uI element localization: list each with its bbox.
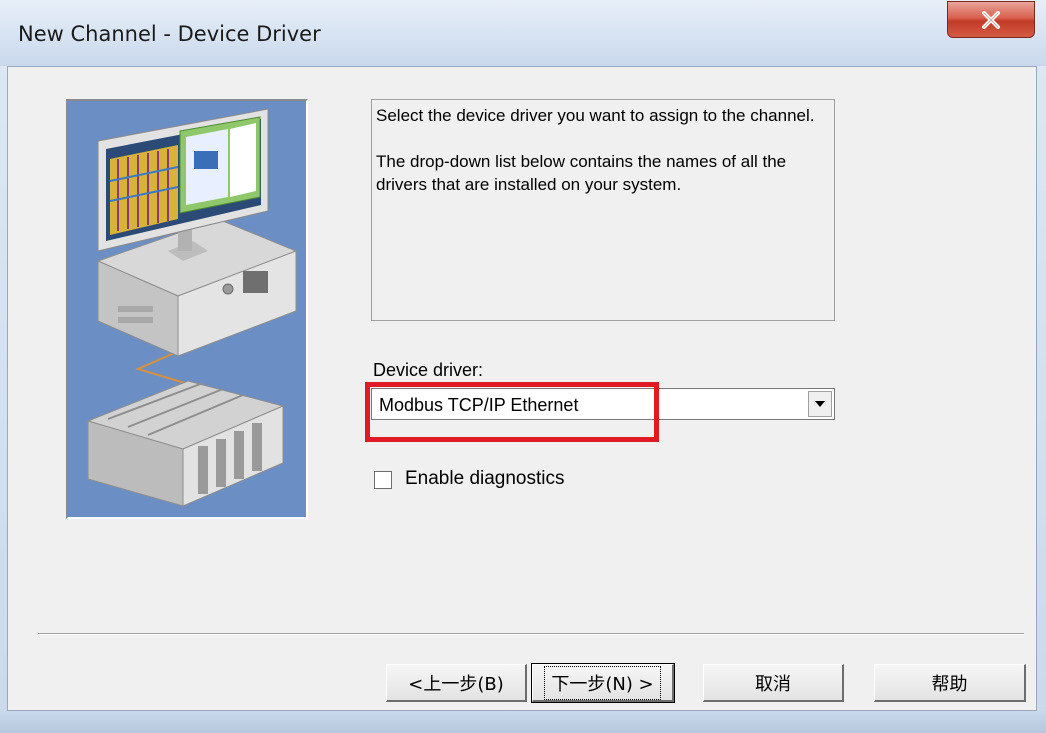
dropdown-button[interactable]	[808, 391, 832, 417]
description-box: Select the device driver you want to ass…	[371, 99, 835, 321]
title-bar[interactable]: New Channel - Device Driver	[0, 0, 1046, 66]
chevron-down-icon	[814, 395, 826, 413]
back-button[interactable]: <上一步(B)	[386, 664, 527, 702]
window-title: New Channel - Device Driver	[18, 22, 321, 46]
dialog-client-area: Select the device driver you want to ass…	[7, 66, 1037, 711]
enable-diagnostics-checkbox[interactable]	[374, 471, 392, 489]
highlight-annotation	[365, 382, 659, 442]
help-button[interactable]: 帮助	[874, 664, 1026, 702]
window-bottom-border	[0, 711, 1046, 733]
illustration-image	[66, 99, 308, 519]
description-text-2: The drop-down list below contains the na…	[376, 152, 787, 194]
close-button[interactable]	[947, 1, 1035, 38]
next-button[interactable]: 下一步(N) >	[531, 663, 675, 703]
enable-diagnostics-label[interactable]: Enable diagnostics	[405, 468, 565, 490]
device-driver-label: Device driver:	[373, 360, 484, 380]
help-button-label: 帮助	[931, 673, 968, 695]
separator	[38, 633, 1024, 635]
next-button-label: 下一步(N) >	[544, 665, 661, 700]
dialog-window: New Channel - Device Driver Select the d…	[0, 0, 1046, 733]
cancel-button-label: 取消	[755, 673, 791, 695]
cancel-button[interactable]: 取消	[703, 664, 844, 702]
close-icon	[981, 10, 1001, 29]
back-button-label: <上一步(B)	[408, 673, 504, 695]
description-text-1: Select the device driver you want to ass…	[376, 106, 815, 125]
